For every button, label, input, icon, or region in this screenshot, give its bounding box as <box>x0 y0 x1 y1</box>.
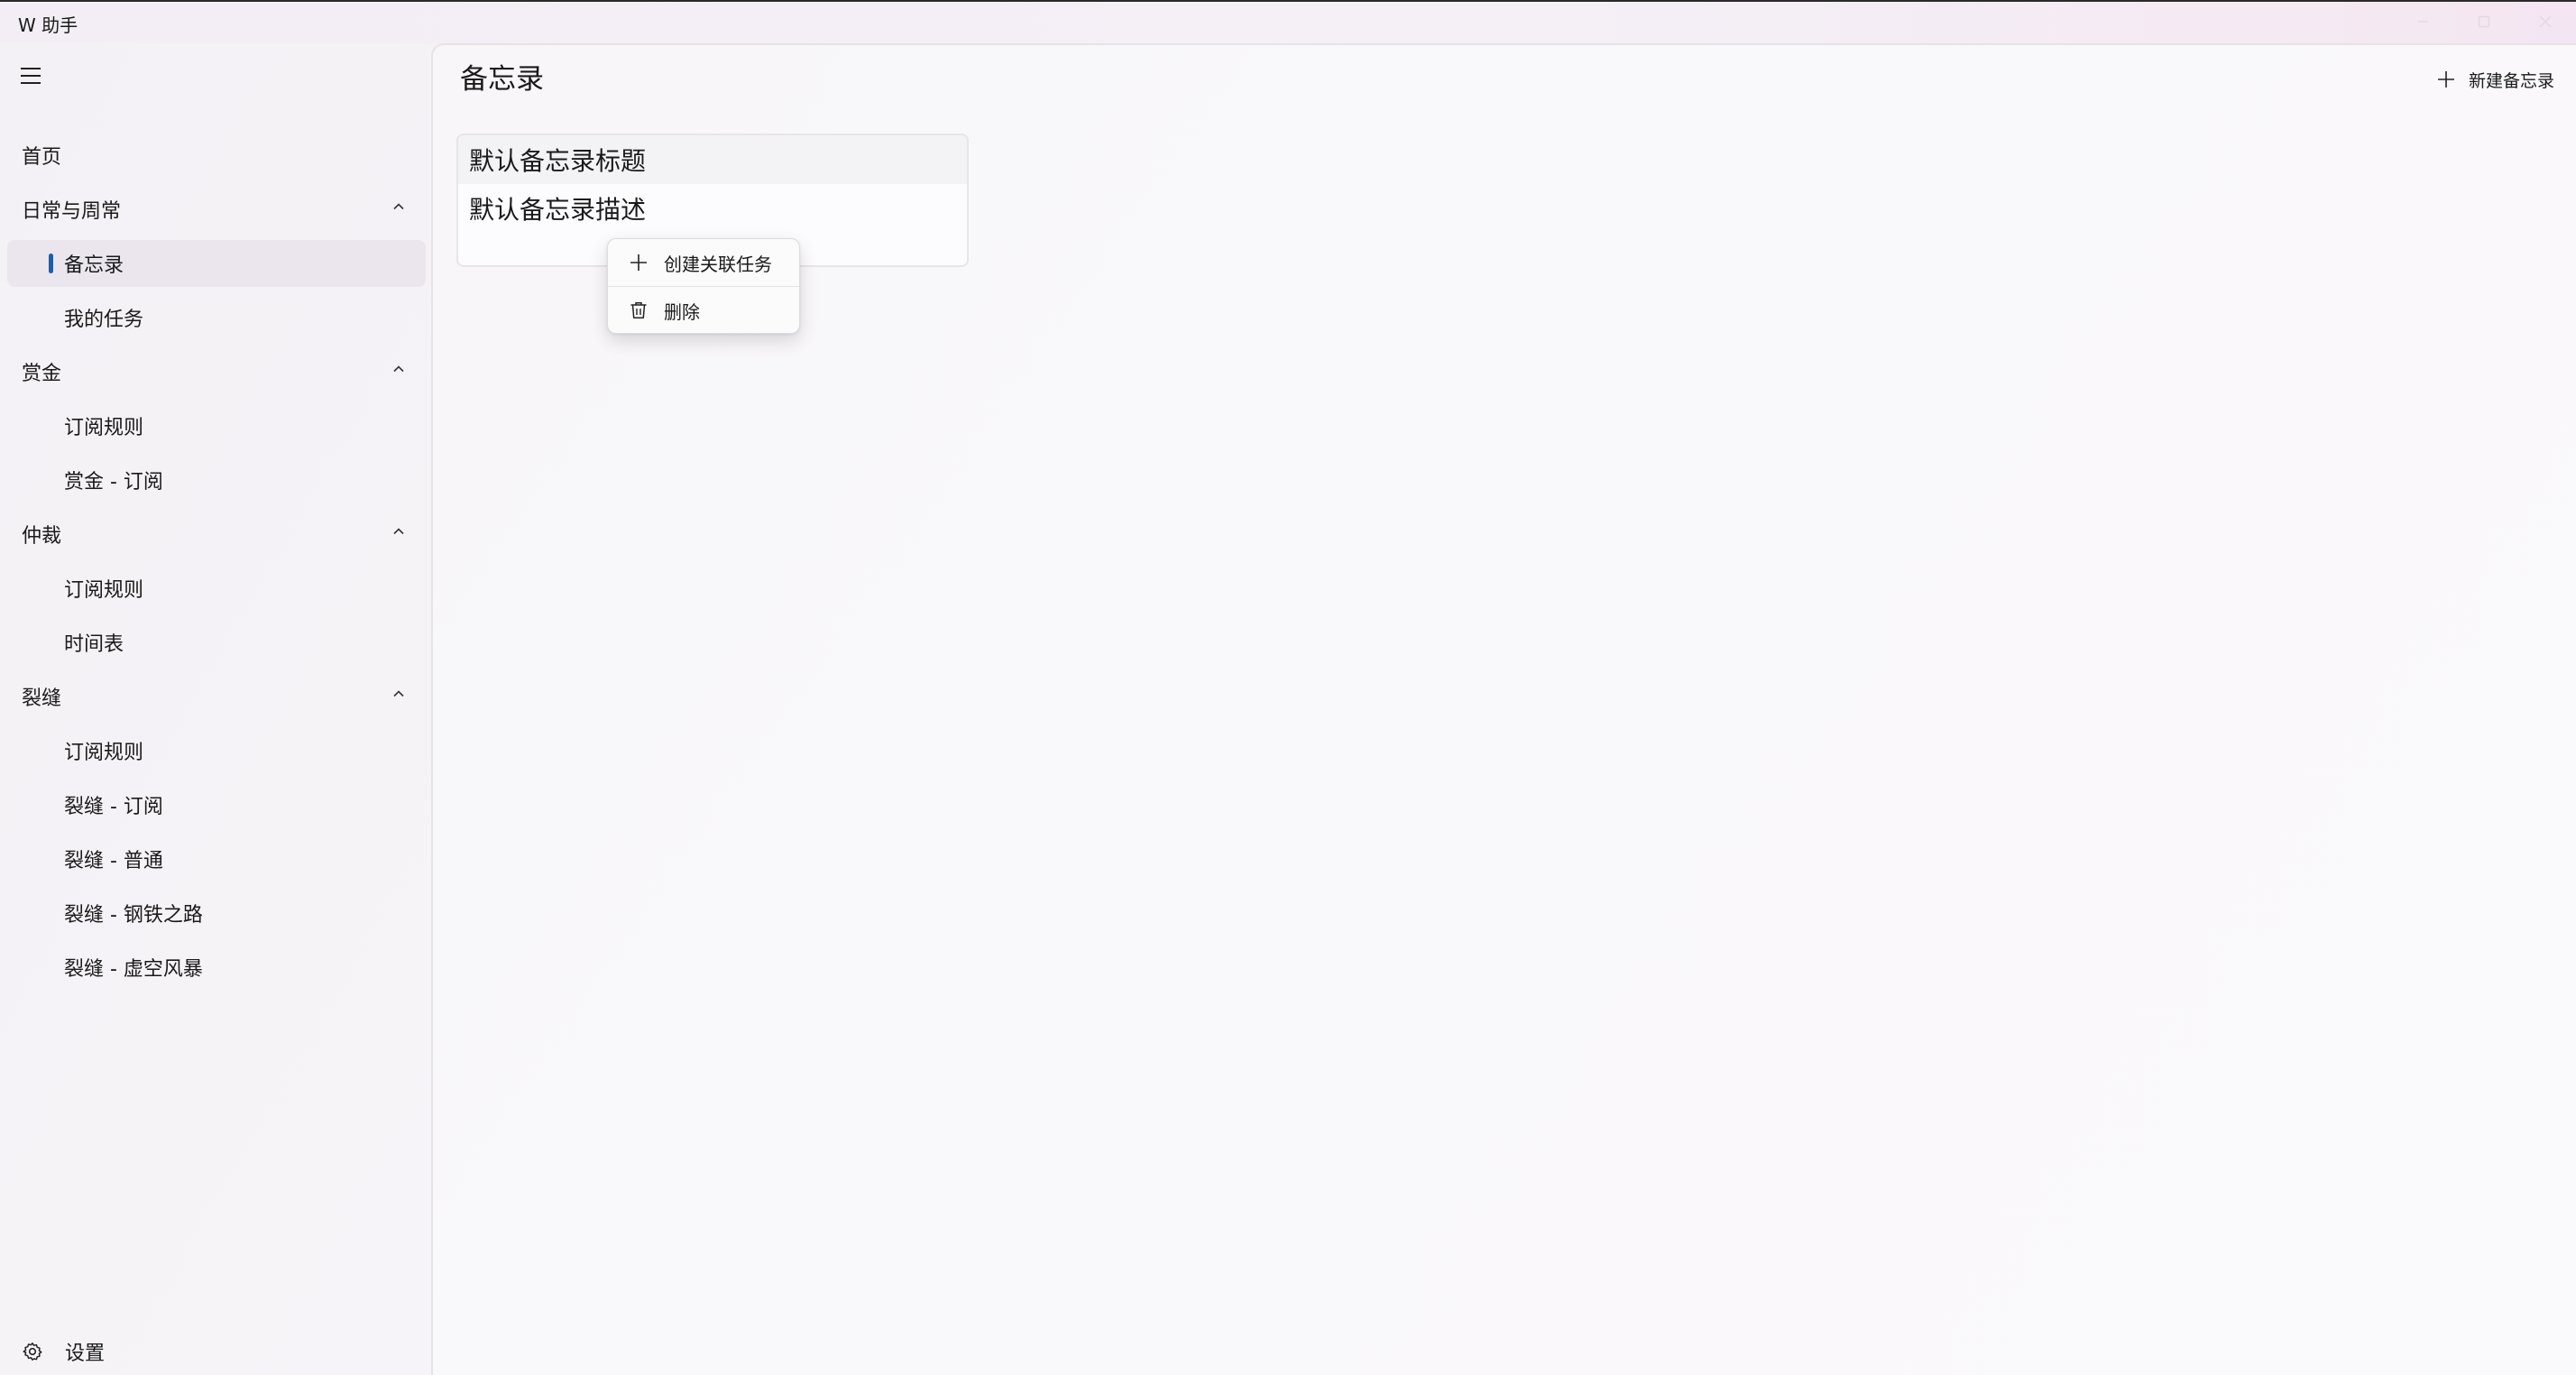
menu-divider <box>608 286 799 287</box>
plus-icon <box>630 254 647 271</box>
sidebar-item-home[interactable]: 首页 <box>7 132 426 179</box>
sidebar-group-daily[interactable]: 日常与周常 <box>7 186 426 233</box>
sidebar-item-my-tasks[interactable]: 我的任务 <box>7 294 426 341</box>
sidebar-item-label: 订阅规则 <box>64 579 144 602</box>
sidebar-item-settings[interactable]: 设置 <box>7 1328 426 1375</box>
new-memo-label: 新建备忘录 <box>2468 70 2554 91</box>
sidebar-group-label: 日常与周常 <box>22 200 122 223</box>
plus-icon <box>2437 71 2454 88</box>
sidebar-item-fissure-subscribe[interactable]: 裂缝 - 订阅 <box>7 781 426 828</box>
sidebar-group-arbitration[interactable]: 仲裁 <box>7 511 426 558</box>
sidebar-item-label: 裂缝 - 虚空风暴 <box>64 958 203 981</box>
sidebar-item-label: 订阅规则 <box>64 742 144 764</box>
sidebar-item-fissure-steel-path[interactable]: 裂缝 - 钢铁之路 <box>7 890 426 937</box>
menu-item-create-linked-task[interactable]: 创建关联任务 <box>608 240 799 285</box>
sidebar-item-fissure-rules[interactable]: 订阅规则 <box>7 727 426 774</box>
new-memo-button[interactable]: 新建备忘录 <box>2436 63 2554 96</box>
sidebar-group-bounty[interactable]: 赏金 <box>7 348 426 395</box>
app-window: W 助手 首页 日常与周常 备忘录 我的任务 赏金 订阅规则 赏金 - 订阅 仲… <box>0 0 2576 1375</box>
maximize-button[interactable] <box>2453 2 2515 42</box>
close-button[interactable] <box>2515 2 2576 42</box>
hamburger-icon[interactable] <box>14 61 47 90</box>
sidebar-group-fissure[interactable]: 裂缝 <box>7 673 426 720</box>
sidebar-item-label: 首页 <box>22 146 62 169</box>
sidebar-item-label: 时间表 <box>64 633 124 656</box>
minimize-button[interactable] <box>2392 2 2453 42</box>
window-controls <box>2392 2 2576 42</box>
sidebar-item-memo[interactable]: 备忘录 <box>7 240 426 287</box>
chevron-up-icon[interactable] <box>393 526 404 537</box>
menu-item-delete[interactable]: 删除 <box>608 288 799 333</box>
sidebar-item-fissure-void-storm[interactable]: 裂缝 - 虚空风暴 <box>7 944 426 991</box>
close-icon <box>2539 15 2552 28</box>
sidebar-item-label: 订阅规则 <box>64 417 144 439</box>
sidebar-group-label: 仲裁 <box>22 525 62 548</box>
selection-indicator <box>49 254 53 273</box>
title-bar: W 助手 <box>0 0 2576 43</box>
minimize-icon <box>2417 21 2428 23</box>
sidebar-item-bounty-rules[interactable]: 订阅规则 <box>7 402 426 449</box>
gear-icon <box>23 1343 42 1361</box>
sidebar-item-label: 赏金 - 订阅 <box>64 471 163 494</box>
sidebar-item-bounty-subscribe[interactable]: 赏金 - 订阅 <box>7 457 426 503</box>
app-title: W 助手 <box>18 14 78 36</box>
page-title: 备忘录 <box>460 63 544 96</box>
sidebar-item-label: 裂缝 - 订阅 <box>64 796 163 818</box>
maximize-icon <box>2478 15 2490 28</box>
sidebar-item-schedule[interactable]: 时间表 <box>7 619 426 666</box>
sidebar-item-fissure-normal[interactable]: 裂缝 - 普通 <box>7 835 426 882</box>
menu-item-label: 删除 <box>664 300 700 323</box>
sidebar-item-label: 我的任务 <box>64 309 144 331</box>
chevron-up-icon[interactable] <box>393 364 404 374</box>
settings-label: 设置 <box>65 1343 106 1365</box>
sidebar-item-label: 备忘录 <box>64 254 124 277</box>
chevron-up-icon[interactable] <box>393 201 404 212</box>
memo-title: 默认备忘录标题 <box>458 135 967 184</box>
sidebar-group-label: 赏金 <box>22 363 62 385</box>
context-menu: 创建关联任务 删除 <box>607 238 800 334</box>
sidebar-item-label: 裂缝 - 钢铁之路 <box>64 904 203 927</box>
sidebar-group-label: 裂缝 <box>22 688 62 710</box>
memo-description: 默认备忘录描述 <box>469 195 647 225</box>
chevron-up-icon[interactable] <box>393 688 404 699</box>
sidebar-item-arbitration-rules[interactable]: 订阅规则 <box>7 565 426 612</box>
menu-item-label: 创建关联任务 <box>664 253 772 275</box>
sidebar: 首页 日常与周常 备忘录 我的任务 赏金 订阅规则 赏金 - 订阅 仲裁 订阅规… <box>0 43 431 1375</box>
trash-icon <box>630 302 647 318</box>
sidebar-item-label: 裂缝 - 普通 <box>64 850 163 872</box>
